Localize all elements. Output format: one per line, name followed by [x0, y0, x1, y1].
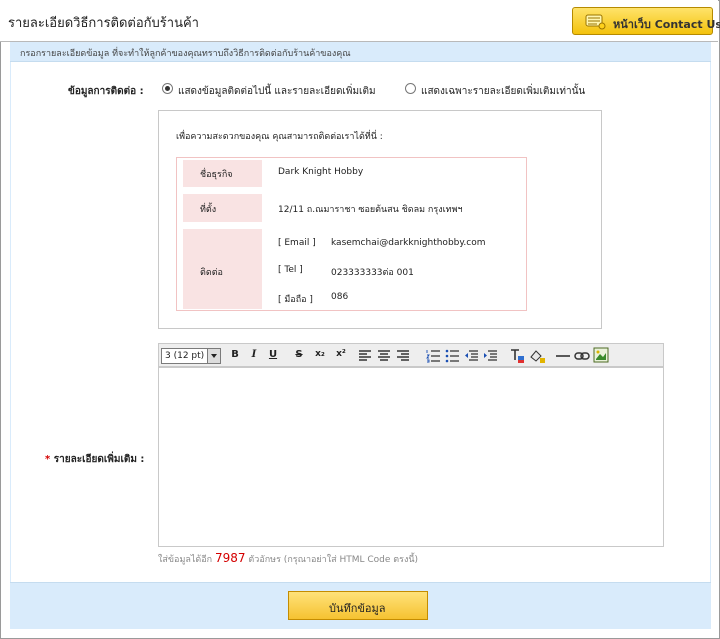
- description-bar: กรอกรายละเอียดข้อมูล ที่จะทำให้ลูกค้าของ…: [10, 42, 711, 62]
- radio-show-contact-label[interactable]: แสดงข้อมูลติดต่อไปนี้ และรายละเอียดเพิ่ม…: [178, 84, 376, 99]
- italic-button[interactable]: I: [247, 349, 261, 363]
- insert-image-icon[interactable]: [593, 347, 609, 363]
- counter-value: 7987: [215, 551, 246, 565]
- contact-us-button[interactable]: หน้าเว็บ Contact Us: [572, 7, 720, 35]
- align-center-icon[interactable]: [378, 350, 390, 362]
- character-counter: ใส่ข้อมูลได้อีก 7987 ตัวอักษร (กรุณาอย่า…: [158, 551, 418, 566]
- address-label: ที่ตั้ง: [200, 205, 217, 215]
- font-size-select[interactable]: 3 (12 pt): [161, 348, 221, 364]
- email-value: kasemchai@darkknighthobby.com: [331, 238, 486, 248]
- indent-icon[interactable]: [483, 349, 497, 363]
- business-label: ชื่อธุรกิจ: [200, 170, 233, 180]
- horizontal-rule-icon[interactable]: [555, 350, 571, 362]
- font-size-value: 3 (12 pt): [165, 351, 205, 361]
- details-editor[interactable]: [158, 367, 664, 547]
- description-text: กรอกรายละเอียดข้อมูล ที่จะทำให้ลูกค้าของ…: [20, 49, 351, 59]
- save-button[interactable]: บันทึกข้อมูล: [288, 591, 428, 620]
- save-button-label: บันทึกข้อมูล: [329, 602, 386, 615]
- contact-us-label: หน้าเว็บ Contact Us: [613, 18, 720, 31]
- radio-details-only[interactable]: [405, 83, 416, 94]
- underline-button[interactable]: U: [266, 349, 280, 363]
- subscript-button[interactable]: x₂: [312, 349, 328, 363]
- mobile-value: 086: [331, 292, 349, 302]
- tel-value: 023333333ต่อ 001: [331, 268, 414, 278]
- link-icon[interactable]: [574, 349, 590, 363]
- radio-details-only-label[interactable]: แสดงเฉพาะรายละเอียดเพิ่มเติมเท่านั้น: [421, 84, 585, 99]
- counter-prefix: ใส่ข้อมูลได้อีก: [158, 555, 213, 565]
- text-color-icon[interactable]: [510, 348, 524, 364]
- align-right-icon[interactable]: [397, 350, 409, 362]
- radio-show-contact[interactable]: [162, 83, 173, 94]
- contact-label: ติดต่อ: [200, 268, 223, 278]
- email-label: [ Email ]: [278, 238, 316, 248]
- address-label-cell: [183, 194, 262, 222]
- bullet-list-icon[interactable]: [445, 349, 459, 363]
- page-title: รายละเอียดวิธีการติดต่อกับร้านค้า: [8, 16, 199, 31]
- strikethrough-button[interactable]: S: [292, 349, 306, 363]
- page-header: รายละเอียดวิธีการติดต่อกับร้านค้า หน้าเว…: [0, 0, 720, 42]
- business-value: Dark Knight Hobby: [278, 167, 364, 177]
- details-label-text: รายละเอียดเพิ่มเติม :: [53, 454, 145, 465]
- outdent-icon[interactable]: [464, 349, 478, 363]
- cart-icon: [585, 14, 606, 30]
- address-value: 12/11 ถ.ณมาราชา ซอยต้นสน ชิดลม กรุงเทพฯ: [278, 205, 463, 215]
- required-mark: *: [45, 454, 51, 465]
- align-left-icon[interactable]: [359, 350, 371, 362]
- ordered-list-icon[interactable]: [426, 349, 440, 363]
- details-label: * รายละเอียดเพิ่มเติม :: [45, 452, 144, 467]
- tel-label: [ Tel ]: [278, 265, 303, 275]
- contact-intro: เพื่อความสะดวกของคุณ คุณสามารถติดต่อเราไ…: [176, 132, 383, 142]
- highlight-color-icon[interactable]: [529, 348, 545, 364]
- superscript-button[interactable]: x²: [333, 349, 349, 363]
- chevron-down-icon: [207, 349, 220, 363]
- contact-info-label: ข้อมูลการติดต่อ :: [68, 86, 144, 97]
- mobile-label: [ มือถือ ]: [278, 295, 313, 305]
- counter-suffix: ตัวอักษร (กรุณาอย่าใส่ HTML Code ตรงนี้): [248, 555, 419, 565]
- bold-button[interactable]: B: [228, 349, 242, 363]
